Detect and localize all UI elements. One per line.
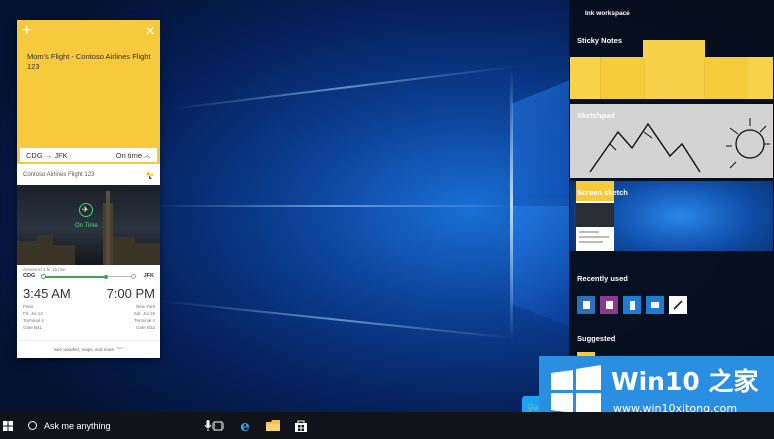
chevron-up-icon[interactable]: ︿ <box>144 150 151 160</box>
light-beam <box>169 65 518 110</box>
photo-status-label: On Time <box>75 223 98 229</box>
flight-summary[interactable]: CDG → JFK On time ︿ <box>20 148 157 162</box>
light-beam <box>150 205 520 207</box>
suggested-label: Suggested <box>577 334 616 343</box>
note-body[interactable]: + ✕ Mom's Flight - Contoso Airlines Flig… <box>17 20 160 148</box>
photos-icon[interactable] <box>646 296 664 314</box>
start-button[interactable] <box>0 412 16 439</box>
file-explorer-icon[interactable] <box>261 412 285 439</box>
cortana-icon <box>28 421 37 430</box>
task-view-icon[interactable] <box>206 412 230 439</box>
edge-browser-icon[interactable]: e <box>233 412 257 439</box>
destination-code: JFK <box>143 273 154 279</box>
taskbar: Ask me anything e <box>0 412 774 439</box>
departure-gate: Gate B41 <box>23 325 43 330</box>
mountain-sketch <box>589 118 770 173</box>
recently-used-label: Recently used <box>577 274 628 283</box>
route-bar: CDG → JFK On time ︿ <box>17 148 160 164</box>
sticky-note[interactable]: + ✕ Mom's Flight - Contoso Airlines Flig… <box>17 20 160 358</box>
arrival-countdown: Arrives in 1 hr 15 min <box>23 267 66 272</box>
departure-details: Paris Fri, Jul 14 Terminal 4 Gate B41 <box>23 303 44 331</box>
progress-fill <box>43 276 106 278</box>
ink-workspace-panel: Ink workspace Sticky Notes Sketchpad Scr… <box>569 0 774 412</box>
departure-terminal: Terminal 4 <box>23 318 44 323</box>
departure-time: 3:45 AM <box>23 286 71 301</box>
arrival-terminal: Terminal 4 <box>134 318 155 323</box>
origin-dot <box>41 274 46 279</box>
windows-logo-icon <box>551 365 601 417</box>
close-icon[interactable]: ✕ <box>145 24 155 38</box>
watermark-title: Win10 之家 <box>611 367 759 396</box>
arrival-details: New York Sat, Jul 15 Terminal 4 Gate B33 <box>134 303 155 331</box>
light-beam <box>159 300 519 340</box>
add-note-icon[interactable]: + <box>22 23 31 39</box>
search-placeholder: Ask me anything <box>44 420 111 431</box>
departure-city: Paris <box>23 304 34 309</box>
origin-code: CDG <box>23 273 36 279</box>
window-logo-edge <box>510 70 513 340</box>
airplane-icon: ✈ <box>82 205 89 214</box>
store-icon[interactable] <box>289 412 313 439</box>
airline-flight-label: Contoso Airlines Flight 123 <box>23 172 95 178</box>
cortana-search-box[interactable]: Ask me anything <box>16 412 212 439</box>
flight-status: On time <box>115 150 142 160</box>
arrival-time: 7:00 PM <box>106 286 155 301</box>
airline-logo-icon <box>146 171 153 179</box>
onenote-icon[interactable] <box>577 296 595 314</box>
note-text[interactable]: Mom's Flight - Contoso Airlines Flight 1… <box>27 52 155 72</box>
screen-sketch-tile[interactable]: Screen sketch <box>570 181 773 251</box>
sketchpad-tile[interactable]: Sketchpad <box>570 104 773 178</box>
plane-position-dot <box>104 274 108 279</box>
arrival-gate: Gate B33 <box>135 325 155 330</box>
city-photo: ✈ On Time <box>17 185 160 265</box>
destination-dot <box>131 274 136 279</box>
arrival-city: New York <box>135 304 155 309</box>
departure-date: Fri, Jul 14 <box>23 311 43 316</box>
sticky-notes-tile[interactable] <box>570 57 773 99</box>
ink-workspace-title: Ink workspace <box>585 10 630 17</box>
sticky-notes-label: Sticky Notes <box>577 36 623 45</box>
window-logo-pane <box>512 80 570 198</box>
sticky-note-peek <box>643 40 705 58</box>
arrival-date: Sat, Jul 15 <box>133 311 155 316</box>
windows-start-icon <box>3 420 13 431</box>
route-label: CDG → JFK <box>26 150 68 160</box>
see-more-label: See weather, maps, and more <box>53 347 115 352</box>
window-logo-pane <box>512 206 570 326</box>
bookmark-icon[interactable] <box>623 296 641 314</box>
pen-icon[interactable] <box>669 296 687 314</box>
flight-progress: CDG JFK <box>23 273 154 281</box>
onenote-purple-icon[interactable] <box>600 296 618 314</box>
screen-sketch-label: Screen sketch <box>577 188 628 197</box>
plane-status-ring: ✈ <box>79 203 93 217</box>
recent-apps <box>577 296 697 314</box>
chevron-down-icon: ﹀ <box>117 348 124 354</box>
see-more-link[interactable]: See weather, maps, and more ﹀ <box>17 340 160 358</box>
